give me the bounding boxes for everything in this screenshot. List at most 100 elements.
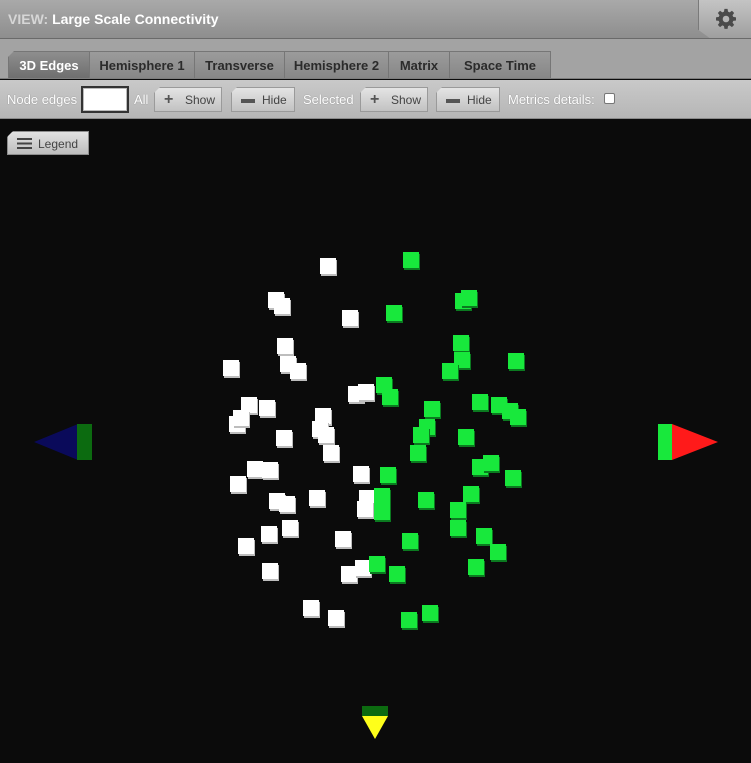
right-hemisphere-node[interactable] — [413, 427, 429, 443]
tab-matrix[interactable]: Matrix — [388, 51, 450, 78]
right-hemisphere-node[interactable] — [442, 363, 458, 379]
metrics-details-label: Metrics details: — [508, 92, 595, 107]
legend-button[interactable]: Legend — [7, 131, 89, 155]
right-hemisphere-node[interactable] — [422, 605, 438, 621]
show-all-label: Show — [185, 93, 216, 107]
y-axis-arrow — [362, 716, 388, 739]
show-all-button[interactable]: + Show — [154, 87, 222, 112]
right-hemisphere-node[interactable] — [403, 252, 419, 268]
tab-hemisphere-1[interactable]: Hemisphere 1 — [89, 51, 195, 78]
hide-all-button[interactable]: Hide — [231, 87, 295, 112]
all-label: All — [134, 92, 149, 107]
tab-space-time[interactable]: Space Time — [449, 51, 551, 78]
tab-transverse[interactable]: Transverse — [194, 51, 285, 78]
gear-icon — [716, 8, 736, 29]
right-hemisphere-node[interactable] — [374, 504, 390, 520]
show-selected-button[interactable]: + Show — [360, 87, 428, 112]
left-hemisphere-node[interactable] — [357, 501, 373, 517]
left-hemisphere-node[interactable] — [230, 476, 246, 492]
right-hemisphere-node[interactable] — [461, 290, 477, 306]
left-hemisphere-node[interactable] — [320, 258, 336, 274]
left-hemisphere-node[interactable] — [262, 462, 278, 478]
left-hemisphere-node[interactable] — [282, 520, 298, 536]
app-window: VIEW: Large Scale Connectivity 3D Edges … — [0, 0, 751, 763]
plus-icon: + — [370, 91, 380, 108]
view-title: VIEW: Large Scale Connectivity — [8, 11, 219, 27]
right-hemisphere-node[interactable] — [401, 612, 417, 628]
right-hemisphere-node[interactable] — [505, 470, 521, 486]
right-hemisphere-node[interactable] — [424, 401, 440, 417]
left-hemisphere-node[interactable] — [328, 610, 344, 626]
left-hemisphere-node[interactable] — [274, 298, 290, 314]
edges-toolbar: Node edges All + Show Hide Selected + Sh… — [0, 80, 751, 119]
show-selected-label: Show — [391, 93, 422, 107]
right-hemisphere-node[interactable] — [463, 486, 479, 502]
selected-label: Selected — [303, 92, 354, 107]
settings-button[interactable] — [698, 0, 751, 38]
right-hemisphere-node[interactable] — [450, 502, 466, 518]
left-hemisphere-node[interactable] — [277, 338, 293, 354]
right-hemisphere-node[interactable] — [483, 455, 499, 471]
right-hemisphere-node[interactable] — [374, 488, 390, 504]
minus-icon — [241, 99, 255, 103]
tab-3d-edges[interactable]: 3D Edges — [8, 51, 90, 78]
left-hemisphere-node[interactable] — [335, 531, 351, 547]
right-hemisphere-node[interactable] — [402, 533, 418, 549]
right-hemisphere-node[interactable] — [472, 394, 488, 410]
x-axis-arrow — [672, 424, 718, 460]
view-name: Large Scale Connectivity — [52, 11, 219, 27]
right-hemisphere-node[interactable] — [490, 544, 506, 560]
x-axis-base — [658, 424, 672, 460]
right-hemisphere-node[interactable] — [510, 409, 526, 425]
right-hemisphere-node[interactable] — [389, 566, 405, 582]
y-axis-base — [362, 706, 388, 716]
view-prefix: VIEW: — [8, 11, 49, 27]
right-hemisphere-node[interactable] — [450, 520, 466, 536]
hide-selected-button[interactable]: Hide — [436, 87, 500, 112]
left-hemisphere-node[interactable] — [318, 427, 334, 443]
tab-hemisphere-2[interactable]: Hemisphere 2 — [284, 51, 389, 78]
neg-x-axis-arrow — [34, 424, 78, 460]
hide-selected-label: Hide — [467, 93, 492, 107]
left-hemisphere-node[interactable] — [233, 410, 249, 426]
right-hemisphere-node[interactable] — [453, 335, 469, 351]
hide-all-label: Hide — [262, 93, 287, 107]
node-edges-color-picker[interactable] — [81, 86, 129, 113]
neg-x-axis-base — [77, 424, 92, 460]
legend-label: Legend — [38, 137, 79, 151]
left-hemisphere-node[interactable] — [261, 526, 277, 542]
left-hemisphere-node[interactable] — [238, 538, 254, 554]
left-hemisphere-node[interactable] — [323, 445, 339, 461]
right-hemisphere-node[interactable] — [410, 445, 426, 461]
right-hemisphere-node[interactable] — [458, 429, 474, 445]
left-hemisphere-node[interactable] — [358, 384, 374, 400]
right-hemisphere-node[interactable] — [508, 353, 524, 369]
left-hemisphere-node[interactable] — [259, 400, 275, 416]
left-hemisphere-node[interactable] — [303, 600, 319, 616]
left-hemisphere-node[interactable] — [279, 496, 295, 512]
node-edges-label: Node edges — [7, 92, 78, 107]
right-hemisphere-node[interactable] — [380, 467, 396, 483]
right-hemisphere-node[interactable] — [476, 528, 492, 544]
left-hemisphere-node[interactable] — [276, 430, 292, 446]
left-hemisphere-node[interactable] — [353, 466, 369, 482]
minus-icon — [446, 99, 460, 103]
right-hemisphere-node[interactable] — [369, 556, 385, 572]
right-hemisphere-node[interactable] — [468, 559, 484, 575]
left-hemisphere-node[interactable] — [247, 461, 263, 477]
right-hemisphere-node[interactable] — [382, 389, 398, 405]
left-hemisphere-node[interactable] — [262, 563, 278, 579]
axis-indicators — [34, 424, 718, 739]
title-bar: VIEW: Large Scale Connectivity — [0, 0, 751, 39]
left-hemisphere-node[interactable] — [309, 490, 325, 506]
plus-icon: + — [164, 91, 174, 108]
left-hemisphere-node[interactable] — [290, 363, 306, 379]
3d-viewport[interactable] — [0, 120, 751, 763]
tab-bar: 3D Edges Hemisphere 1 Transverse Hemisph… — [0, 39, 751, 79]
right-hemisphere-node[interactable] — [418, 492, 434, 508]
metrics-details-checkbox[interactable] — [604, 93, 615, 104]
left-hemisphere-node[interactable] — [342, 310, 358, 326]
right-hemisphere-node[interactable] — [386, 305, 402, 321]
left-hemisphere-node[interactable] — [223, 360, 239, 376]
list-icon — [17, 138, 32, 149]
